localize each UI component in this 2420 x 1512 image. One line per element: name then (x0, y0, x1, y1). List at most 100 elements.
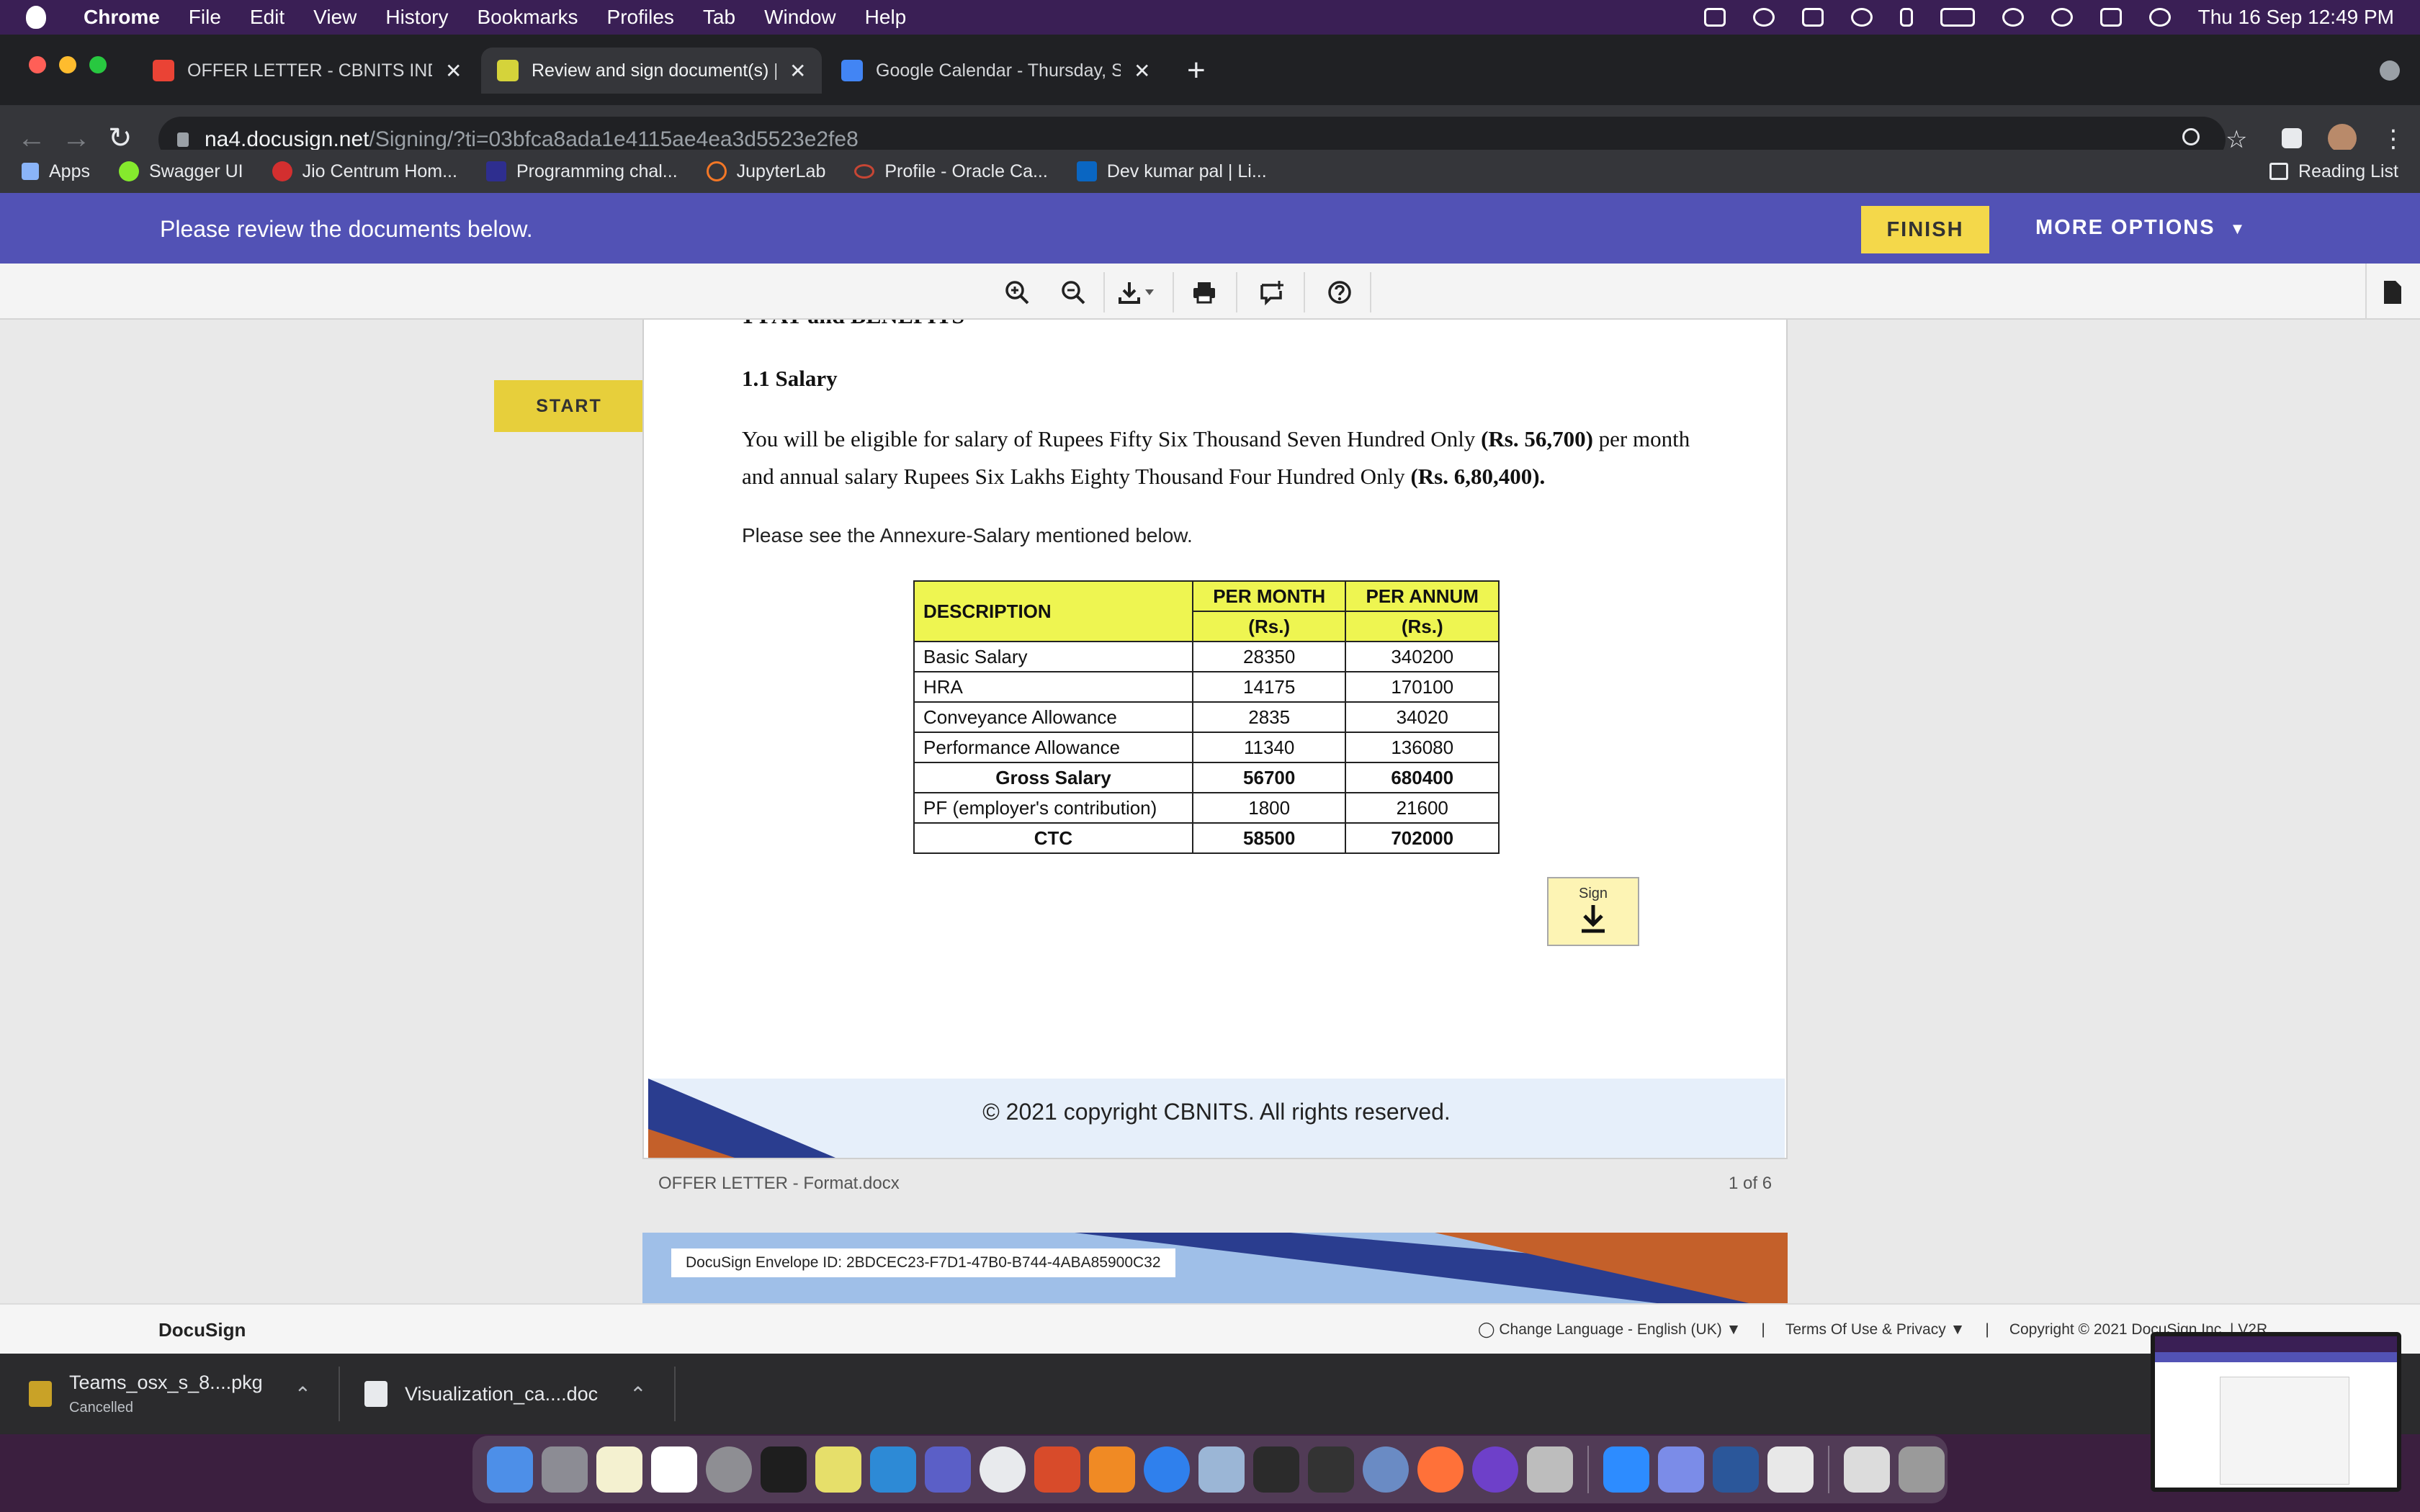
document-viewer[interactable]: START 1 PAY and BENEFITS 1.1 Salary You … (0, 320, 2420, 1303)
tab-offer-letter[interactable]: OFFER LETTER - CBNITS INDIA ✕ (137, 48, 478, 94)
tab-google-calendar[interactable]: Google Calendar - Thursday, Sep ✕ (825, 48, 1166, 94)
comment-icon[interactable] (1259, 279, 1285, 305)
zoom-icon[interactable] (1603, 1446, 1649, 1493)
bookmark-oracle[interactable]: Profile - Oracle Ca... (854, 161, 1048, 182)
siri-icon[interactable] (2148, 8, 2171, 27)
menu-window[interactable]: Window (764, 6, 836, 29)
terms-link[interactable]: Terms Of Use & Privacy ▼ (1785, 1321, 1966, 1338)
teams-dock-icon[interactable] (925, 1446, 971, 1493)
stocks-icon[interactable] (1308, 1446, 1354, 1493)
trash-icon[interactable] (1899, 1446, 1945, 1493)
document-pages-icon[interactable] (2380, 279, 2406, 305)
close-tab-icon[interactable]: ✕ (1134, 59, 1150, 83)
terminal-icon[interactable] (761, 1446, 807, 1493)
control-center-icon[interactable] (2099, 8, 2122, 27)
globe-icon[interactable] (1752, 8, 1775, 27)
menu-file[interactable]: File (189, 6, 221, 29)
more-options-button[interactable]: MORE OPTIONS ▼ (2035, 216, 2246, 240)
firefox-icon[interactable] (1417, 1446, 1464, 1493)
help-icon[interactable] (1327, 279, 1353, 305)
teams-icon[interactable] (1801, 8, 1824, 27)
menu-view[interactable]: View (313, 6, 357, 29)
chrome-alt-icon[interactable] (1658, 1446, 1704, 1493)
document-page-2: DocuSign Envelope ID: 2BDCEC23-F7D1-47B0… (642, 1233, 1788, 1303)
github-icon[interactable] (1472, 1446, 1518, 1493)
calendar-icon (841, 60, 863, 81)
play-icon[interactable] (1850, 8, 1873, 27)
stickies-icon[interactable] (815, 1446, 861, 1493)
menu-bookmarks[interactable]: Bookmarks (477, 6, 578, 29)
minimize-window-button[interactable] (59, 56, 76, 73)
chart-app-icon[interactable] (1767, 1446, 1814, 1493)
bookmark-swagger[interactable]: Swagger UI (118, 161, 243, 182)
close-window-button[interactable] (29, 56, 46, 73)
profile-avatar[interactable] (2328, 124, 2357, 153)
reading-list[interactable]: Reading List (2269, 161, 2398, 182)
word-doc-icon (364, 1381, 387, 1407)
word-icon[interactable] (1713, 1446, 1759, 1493)
zoom-out-icon[interactable] (1060, 279, 1086, 305)
slack-icon[interactable] (651, 1446, 697, 1493)
print-icon[interactable] (1191, 279, 1217, 305)
download-item[interactable]: Teams_osx_s_8....pkg Cancelled ⌃ (29, 1367, 311, 1421)
database-icon[interactable] (1527, 1446, 1573, 1493)
menu-history[interactable]: History (385, 6, 448, 29)
menu-edit[interactable]: Edit (250, 6, 284, 29)
sign-here-button[interactable]: Sign (1547, 877, 1639, 946)
chrome-icon[interactable] (980, 1446, 1026, 1493)
change-language-link[interactable]: ◯ Change Language - English (UK) ▼ (1478, 1320, 1741, 1338)
new-tab-button[interactable]: + (1187, 55, 1206, 86)
chevron-up-icon[interactable]: ⌃ (295, 1382, 311, 1406)
finish-button[interactable]: FINISH (1861, 206, 1989, 253)
download-item[interactable]: Visualization_ca....doc ⌃ (364, 1367, 647, 1421)
finder-icon[interactable] (487, 1446, 533, 1493)
tab-search-icon[interactable] (2380, 60, 2400, 81)
launchpad-icon[interactable] (542, 1446, 588, 1493)
chevron-up-icon[interactable]: ⌃ (629, 1382, 646, 1406)
bookmark-jio[interactable]: Jio Centrum Hom... (272, 161, 457, 182)
lock-icon[interactable] (177, 132, 189, 147)
status-app-icon[interactable] (1703, 8, 1726, 27)
close-tab-icon[interactable]: ✕ (445, 59, 462, 83)
python-window-icon[interactable] (1844, 1446, 1890, 1493)
zoom-window-button[interactable] (89, 56, 107, 73)
bookmark-jupyterlab[interactable]: JupyterLab (706, 161, 825, 182)
close-tab-icon[interactable]: ✕ (789, 59, 806, 83)
presentation-icon[interactable] (1034, 1446, 1080, 1493)
tab-docusign[interactable]: Review and sign document(s) | DocuSign ✕ (481, 48, 823, 94)
virtualbox-icon[interactable] (1198, 1446, 1245, 1493)
notes-icon[interactable] (596, 1446, 642, 1493)
start-button[interactable]: START (494, 380, 644, 432)
menu-app-name[interactable]: Chrome (84, 6, 160, 29)
chrome-menu-icon[interactable]: ⋮ (2381, 127, 2406, 151)
bookmark-star-icon[interactable]: ☆ (2226, 127, 2249, 152)
drawing-app-icon[interactable] (1089, 1446, 1135, 1493)
row-annum: 136080 (1345, 732, 1500, 763)
download-status: Cancelled (69, 1400, 133, 1416)
site-settings-icon[interactable] (2182, 128, 2200, 145)
download-icon[interactable] (1118, 279, 1158, 305)
bookmark-apps[interactable]: Apps (22, 161, 90, 182)
bookmark-programming[interactable]: Programming chal... (485, 161, 678, 182)
quicktime-icon[interactable] (1363, 1446, 1409, 1493)
apple-menu-icon[interactable] (26, 6, 46, 29)
system-preferences-icon[interactable] (706, 1446, 752, 1493)
screenshot-thumbnail[interactable] (2151, 1332, 2401, 1492)
spotlight-search-icon[interactable] (2051, 8, 2073, 27)
zoom-in-icon[interactable] (1004, 279, 1030, 305)
bluetooth-icon[interactable] (1899, 8, 1913, 27)
activity-monitor-icon[interactable] (1253, 1446, 1299, 1493)
wifi-icon[interactable] (2002, 8, 2024, 27)
battery-icon[interactable] (1940, 8, 1975, 27)
terms-label: Terms Of Use & Privacy (1785, 1320, 1946, 1338)
safari-icon[interactable] (1144, 1446, 1190, 1493)
menu-clock[interactable]: Thu 16 Sep 12:49 PM (2198, 6, 2394, 29)
extensions-icon[interactable] (2282, 128, 2302, 148)
vscode-icon[interactable] (870, 1446, 916, 1493)
menu-profiles[interactable]: Profiles (607, 6, 674, 29)
bookmark-label: Jio Centrum Hom... (302, 161, 457, 181)
menu-tab[interactable]: Tab (703, 6, 735, 29)
header-unit: (Rs.) (1191, 611, 1347, 642)
bookmark-linkedin[interactable]: Dev kumar pal | Li... (1076, 161, 1267, 182)
menu-help[interactable]: Help (865, 6, 907, 29)
